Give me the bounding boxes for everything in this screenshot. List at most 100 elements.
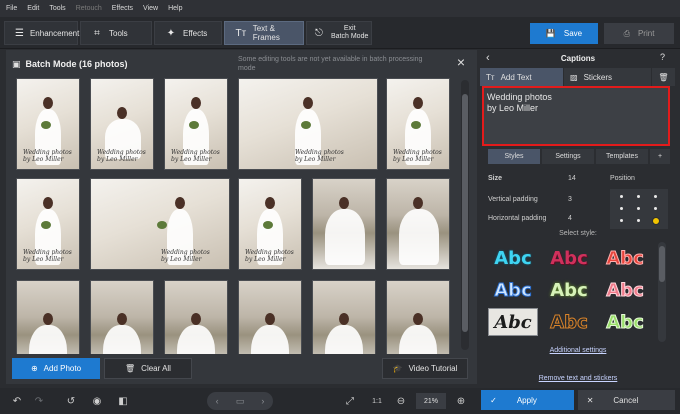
caption-text-input[interactable]: Wedding photos by Leo Miller [482, 86, 670, 146]
style-preset-selected[interactable]: Abc [488, 308, 538, 336]
exit-batch-mode-button[interactable]: ⎋ Exit Batch Mode [306, 21, 372, 45]
tab-add-text-label: Add Text [500, 72, 532, 82]
photo-thumbnail[interactable] [90, 280, 154, 354]
style-preset[interactable]: Abc [544, 276, 594, 304]
scrollbar-thumb[interactable] [659, 246, 665, 282]
help-icon[interactable]: ? [660, 52, 665, 62]
photo-thumbnail[interactable]: Wedding photos by Leo Miller [238, 178, 302, 270]
photo-thumbnail[interactable] [312, 280, 376, 354]
tab-text-frames-label: Text & Frames [252, 24, 280, 42]
batch-mode-label: Batch Mode [331, 33, 369, 40]
style-preset[interactable]: Abc [600, 244, 650, 272]
cancel-label: Cancel [613, 395, 639, 405]
tab-effects[interactable]: ✦ Effects [154, 21, 222, 45]
redo-icon[interactable]: ↷ [32, 393, 46, 409]
position-middle-left[interactable] [620, 207, 623, 210]
styles-scrollbar[interactable] [658, 242, 666, 342]
compare-icon[interactable]: ◧ [116, 393, 130, 409]
main-toolbar: ☰ Enhancement ⌗ Tools ✦ Effects Tт Text … [0, 17, 680, 49]
menu-retouch[interactable]: Retouch [76, 5, 102, 12]
photo-thumbnail[interactable] [312, 178, 376, 270]
tab-enhancement[interactable]: ☰ Enhancement [4, 21, 79, 45]
add-photo-label: Add Photo [43, 364, 82, 373]
tab-settings[interactable]: Settings [542, 149, 594, 164]
position-top-center[interactable] [637, 195, 640, 198]
menu-tools[interactable]: Tools [49, 5, 65, 12]
cancel-button[interactable]: ✕ Cancel [578, 390, 675, 410]
position-top-right[interactable] [654, 195, 657, 198]
additional-settings-link[interactable]: Additional settings [480, 347, 676, 354]
photo-thumbnail[interactable]: Wedding photos by Leo Miller [90, 178, 230, 270]
style-preset[interactable]: Abc [544, 308, 594, 336]
tab-tools-label: Tools [109, 28, 128, 38]
photo-grid-scrollbar[interactable] [461, 80, 469, 350]
next-arrow-icon[interactable]: › [261, 396, 264, 406]
size-value[interactable]: 14 [568, 175, 576, 182]
size-label: Size [488, 175, 503, 182]
delete-text-button[interactable]: 🗑 [652, 68, 676, 86]
folder-icon[interactable]: ▭ [236, 396, 245, 407]
photo-thumbnail[interactable] [16, 280, 80, 354]
photo-thumbnail[interactable] [238, 280, 302, 354]
tab-templates[interactable]: Templates [596, 149, 648, 164]
add-tab-button[interactable]: + [650, 149, 670, 164]
scrollbar-thumb[interactable] [462, 94, 468, 332]
menu-view[interactable]: View [143, 5, 158, 12]
remove-text-stickers-link[interactable]: Remove text and stickers [480, 375, 676, 382]
actual-size-button[interactable]: 1:1 [368, 393, 386, 409]
prev-arrow-icon[interactable]: ‹ [216, 396, 219, 406]
photo-thumbnail[interactable]: Wedding photos by Leo Miller [16, 178, 80, 270]
text-icon: Tт [486, 72, 495, 82]
apply-button[interactable]: ✓ Apply [481, 390, 574, 410]
add-photo-button[interactable]: ⊕ Add Photo [12, 358, 100, 379]
batch-note: Some editing tools are not yet available… [238, 56, 423, 72]
fit-screen-icon[interactable]: ⤢ [342, 393, 358, 409]
save-label: Save [563, 29, 583, 38]
print-button[interactable]: ⎙ Print [604, 23, 674, 44]
menu-effects[interactable]: Effects [112, 5, 133, 12]
photo-thumbnail[interactable]: Wedding photos by Leo Miller [386, 78, 450, 170]
trash-icon: 🗑 [658, 72, 669, 82]
save-button[interactable]: 💾 Save [530, 23, 598, 44]
position-top-left[interactable] [620, 195, 623, 198]
video-tutorial-button[interactable]: 🎓 Video Tutorial [382, 358, 468, 379]
zoom-out-icon[interactable]: ⊖ [394, 393, 408, 409]
vertical-padding-value[interactable]: 3 [568, 196, 572, 203]
tab-tools[interactable]: ⌗ Tools [80, 21, 152, 45]
photo-thumbnail[interactable] [164, 280, 228, 354]
magic-wand-icon: ✦ [166, 27, 176, 39]
style-preset[interactable]: Abc [600, 276, 650, 304]
eye-icon[interactable]: ◉ [90, 393, 104, 409]
save-icon: 💾 [545, 29, 556, 38]
close-icon[interactable]: × [454, 55, 468, 69]
photo-thumbnail[interactable] [386, 280, 450, 354]
undo-icon[interactable]: ↶ [10, 393, 24, 409]
style-preset[interactable]: Abc [488, 244, 538, 272]
photo-thumbnail[interactable]: Wedding photos by Leo Miller [90, 78, 154, 170]
photo-thumbnail[interactable]: Wedding photos by Leo Miller [164, 78, 228, 170]
tab-styles[interactable]: Styles [488, 149, 540, 164]
tab-stickers[interactable]: ▨ Stickers [564, 68, 652, 86]
horizontal-padding-value[interactable]: 4 [568, 215, 572, 222]
zoom-level[interactable]: 21% [416, 393, 446, 409]
checkmark-icon: ✓ [490, 395, 497, 405]
photo-thumbnail[interactable] [386, 178, 450, 270]
position-middle-right[interactable] [654, 207, 657, 210]
reset-icon[interactable]: ↺ [64, 393, 78, 409]
menu-edit[interactable]: Edit [27, 5, 39, 12]
position-middle-center[interactable] [637, 207, 640, 210]
photo-thumbnail[interactable]: Wedding photos by Leo Miller [16, 78, 80, 170]
menu-help[interactable]: Help [168, 5, 182, 12]
menu-file[interactable]: File [6, 5, 17, 12]
style-preset[interactable]: Abc [488, 276, 538, 304]
style-preset[interactable]: Abc [600, 308, 650, 336]
position-bottom-left[interactable] [620, 219, 623, 222]
position-bottom-center[interactable] [637, 219, 640, 222]
zoom-in-icon[interactable]: ⊕ [454, 393, 468, 409]
position-bottom-right-selected[interactable] [652, 217, 660, 225]
photo-thumbnail[interactable]: Wedding photos by Leo Miller [238, 78, 378, 170]
tab-text-frames[interactable]: Tт Text & Frames [224, 21, 304, 45]
tab-add-text[interactable]: Tт Add Text [480, 68, 564, 86]
style-preset[interactable]: Abc [544, 244, 594, 272]
clear-all-button[interactable]: 🗑 Clear All [104, 358, 192, 379]
